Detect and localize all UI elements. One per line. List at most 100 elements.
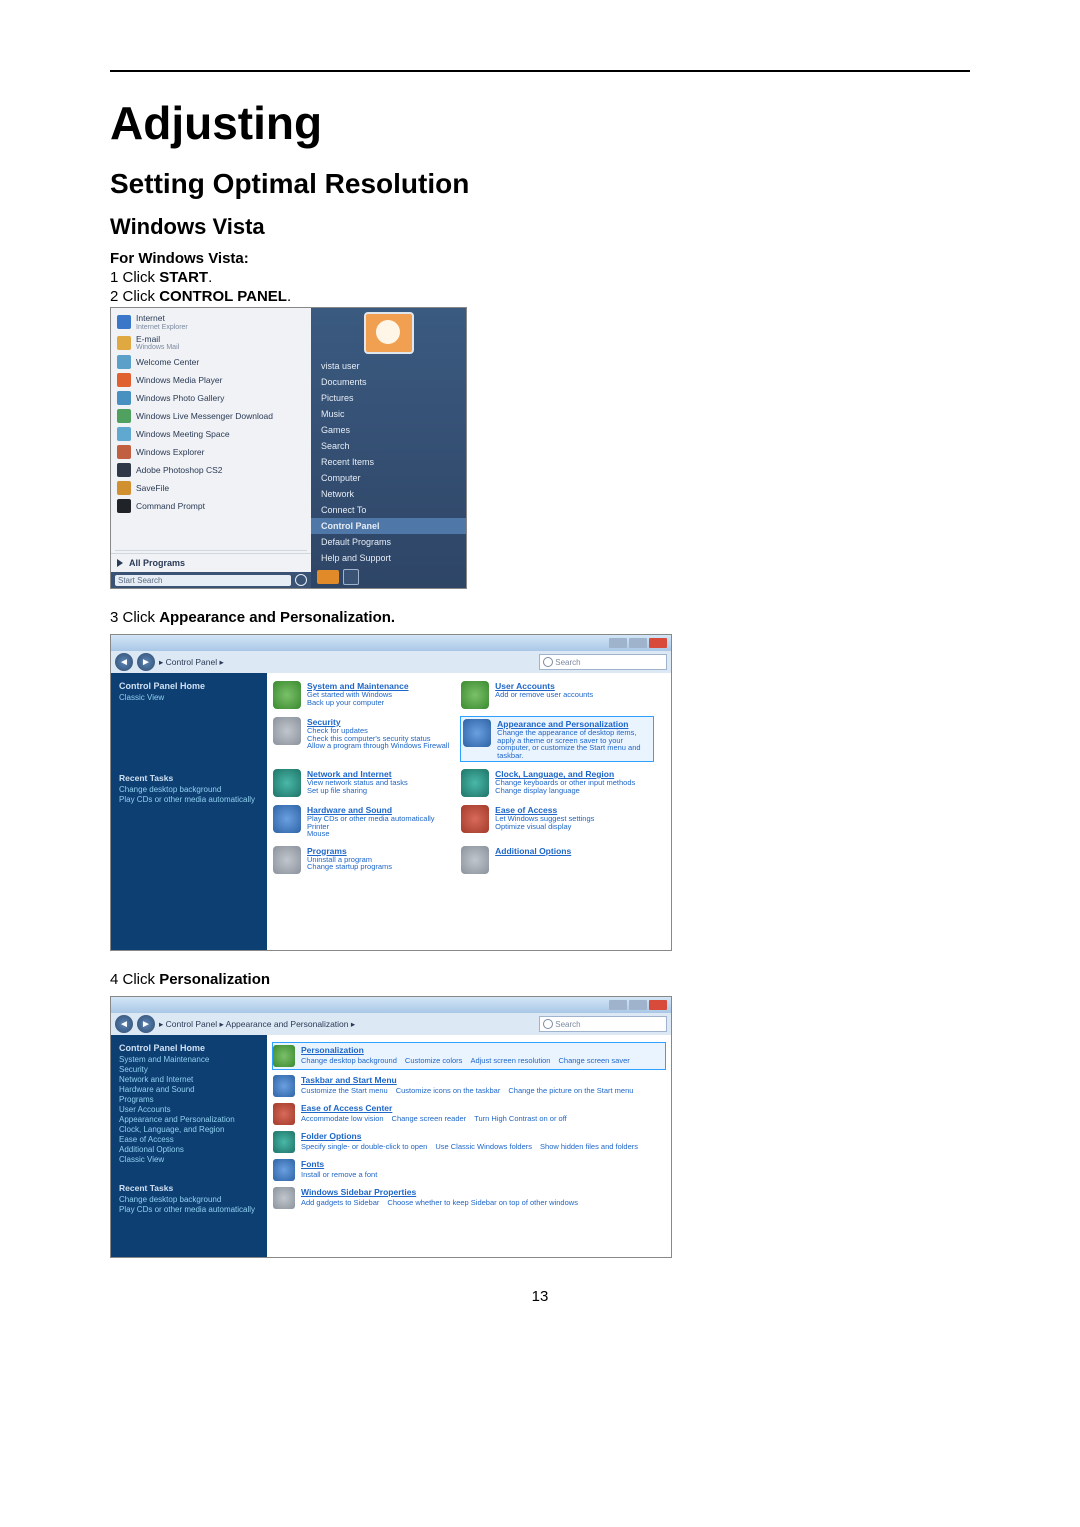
- start-menu-item[interactable]: Windows Media Player: [111, 371, 311, 389]
- screenshot-start-menu: InternetInternet ExplorerE-mailWindows M…: [110, 307, 467, 589]
- power-button-icon[interactable]: [317, 570, 339, 584]
- recent-tasks-heading: Recent Tasks: [119, 1183, 259, 1193]
- start-menu-right-item[interactable]: Games: [311, 422, 466, 438]
- close-icon[interactable]: [649, 638, 667, 648]
- step-1: 1 Click START.: [110, 269, 970, 286]
- window-controls[interactable]: [609, 638, 667, 648]
- cp-category[interactable]: Hardware and SoundPlay CDs or other medi…: [273, 805, 461, 838]
- sidebar-link[interactable]: Hardware and Sound: [119, 1085, 259, 1094]
- start-menu-item[interactable]: Welcome Center: [111, 353, 311, 371]
- breadcrumb[interactable]: ▸ Control Panel ▸: [159, 657, 224, 668]
- window-controls[interactable]: [609, 1000, 667, 1010]
- program-icon: [117, 373, 131, 387]
- sidebar-link-classic[interactable]: Classic View: [119, 1155, 259, 1164]
- search-input[interactable]: Search: [539, 1016, 667, 1032]
- triangle-icon: [117, 559, 123, 567]
- back-button-icon[interactable]: ◄: [115, 653, 133, 671]
- sidebar-link[interactable]: Network and Internet: [119, 1075, 259, 1084]
- start-menu-item[interactable]: Adobe Photoshop CS2: [111, 461, 311, 479]
- cp-category[interactable]: Network and InternetView network status …: [273, 769, 461, 797]
- category-icon: [461, 769, 489, 797]
- sidebar-link-classic[interactable]: Classic View: [119, 693, 259, 702]
- start-menu-item[interactable]: Command Prompt: [111, 497, 311, 515]
- category-icon: [461, 846, 489, 874]
- ap-category-row[interactable]: FontsInstall or remove a font: [273, 1159, 665, 1181]
- start-menu-right-item[interactable]: Documents: [311, 374, 466, 390]
- start-menu-right-item[interactable]: Music: [311, 406, 466, 422]
- ap-category-row[interactable]: Ease of Access CenterAccommodate low vis…: [273, 1103, 665, 1125]
- start-menu-right-item[interactable]: Connect To: [311, 502, 466, 518]
- sidebar-link[interactable]: Clock, Language, and Region: [119, 1125, 259, 1134]
- ap-category-row[interactable]: PersonalizationChange desktop background…: [273, 1043, 665, 1069]
- start-menu-right-item[interactable]: Recent Items: [311, 454, 466, 470]
- recent-task-link[interactable]: Play CDs or other media automatically: [119, 795, 259, 804]
- category-title: Personalization: [301, 1045, 364, 1055]
- category-sublinks: Install or remove a font: [301, 1170, 385, 1179]
- cp-category[interactable]: ProgramsUninstall a programChange startu…: [273, 846, 461, 874]
- start-menu-right-item[interactable]: Search: [311, 438, 466, 454]
- cp-category[interactable]: System and MaintenanceGet started with W…: [273, 681, 461, 709]
- ap-category-row[interactable]: Windows Sidebar PropertiesAdd gadgets to…: [273, 1187, 665, 1209]
- category-icon: [273, 1075, 295, 1097]
- sidebar-link[interactable]: System and Maintenance: [119, 1055, 259, 1064]
- start-menu-item[interactable]: SaveFile: [111, 479, 311, 497]
- category-title: Additional Options: [495, 846, 571, 856]
- breadcrumb[interactable]: ▸ Control Panel ▸ Appearance and Persona…: [159, 1019, 355, 1030]
- start-menu-all-programs[interactable]: All Programs: [111, 553, 311, 572]
- start-menu-item[interactable]: Windows Meeting Space: [111, 425, 311, 443]
- maximize-icon[interactable]: [629, 1000, 647, 1010]
- start-menu-search[interactable]: Start Search: [111, 572, 311, 588]
- page-title: Adjusting: [110, 96, 970, 150]
- category-sublinks: Accommodate low visionChange screen read…: [301, 1114, 575, 1123]
- start-search-input[interactable]: Start Search: [115, 575, 291, 586]
- start-menu-item-label: Windows Media Player: [136, 376, 222, 385]
- start-menu-item[interactable]: Windows Live Messenger Download: [111, 407, 311, 425]
- program-icon: [117, 409, 131, 423]
- sidebar-link[interactable]: Additional Options: [119, 1145, 259, 1154]
- ap-category-row[interactable]: Taskbar and Start MenuCustomize the Star…: [273, 1075, 665, 1097]
- cp-category[interactable]: User AccountsAdd or remove user accounts: [461, 681, 649, 709]
- start-menu-item-label: Windows Photo Gallery: [136, 394, 224, 403]
- minimize-icon[interactable]: [609, 1000, 627, 1010]
- start-menu-item[interactable]: Windows Explorer: [111, 443, 311, 461]
- recent-task-link[interactable]: Change desktop background: [119, 1195, 259, 1204]
- start-menu-right-item[interactable]: Default Programs: [311, 534, 466, 550]
- start-menu-right-item[interactable]: Network: [311, 486, 466, 502]
- sidebar-link[interactable]: Programs: [119, 1095, 259, 1104]
- recent-task-link[interactable]: Change desktop background: [119, 785, 259, 794]
- start-menu-item[interactable]: E-mailWindows Mail: [111, 333, 311, 354]
- sidebar-link[interactable]: User Accounts: [119, 1105, 259, 1114]
- cp-category[interactable]: SecurityCheck for updatesCheck this comp…: [273, 717, 461, 761]
- forward-button-icon[interactable]: ►: [137, 1015, 155, 1033]
- maximize-icon[interactable]: [629, 638, 647, 648]
- start-menu-item[interactable]: InternetInternet Explorer: [111, 312, 311, 333]
- start-menu-right-item[interactable]: Pictures: [311, 390, 466, 406]
- minimize-icon[interactable]: [609, 638, 627, 648]
- start-menu-right-item[interactable]: Control Panel: [311, 518, 466, 534]
- program-icon: [117, 315, 131, 329]
- category-title: Ease of Access Center: [301, 1103, 392, 1113]
- start-menu-item[interactable]: Windows Photo Gallery: [111, 389, 311, 407]
- cp-category[interactable]: Clock, Language, and RegionChange keyboa…: [461, 769, 649, 797]
- start-menu-power-row: [311, 566, 466, 588]
- category-title: Taskbar and Start Menu: [301, 1075, 397, 1085]
- start-menu-right-item[interactable]: Computer: [311, 470, 466, 486]
- sidebar-link[interactable]: Security: [119, 1065, 259, 1074]
- start-menu-right-item[interactable]: Help and Support: [311, 550, 466, 566]
- category-sublinks: Add gadgets to SidebarChoose whether to …: [301, 1198, 586, 1207]
- forward-button-icon[interactable]: ►: [137, 653, 155, 671]
- start-menu-right-item[interactable]: vista user: [311, 358, 466, 374]
- sidebar-link[interactable]: Appearance and Personalization: [119, 1115, 259, 1124]
- cp-category[interactable]: Ease of AccessLet Windows suggest settin…: [461, 805, 649, 838]
- search-input[interactable]: Search: [539, 654, 667, 670]
- recent-task-link[interactable]: Play CDs or other media automatically: [119, 1205, 259, 1214]
- lock-button-icon[interactable]: [343, 569, 359, 585]
- cp-category[interactable]: Appearance and PersonalizationChange the…: [461, 717, 653, 761]
- close-icon[interactable]: [649, 1000, 667, 1010]
- screenshot-control-panel: ◄ ► ▸ Control Panel ▸ Search Control Pan…: [110, 634, 672, 951]
- sidebar-link[interactable]: Ease of Access: [119, 1135, 259, 1144]
- sidebar-heading: Control Panel Home: [119, 681, 259, 691]
- back-button-icon[interactable]: ◄: [115, 1015, 133, 1033]
- cp-category[interactable]: Additional Options: [461, 846, 649, 874]
- ap-category-row[interactable]: Folder OptionsSpecify single- or double-…: [273, 1131, 665, 1153]
